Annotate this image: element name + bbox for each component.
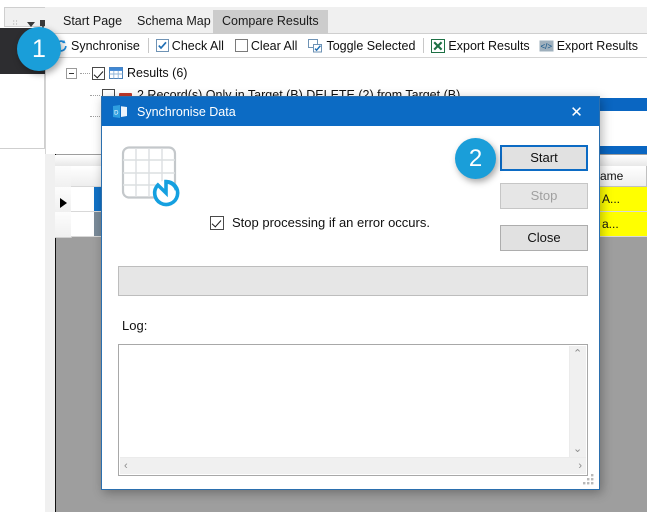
dialog-title-bar[interactable]: D Synchronise Data ✕ [102,97,599,126]
dock-panel-header: ∷ [4,7,49,31]
grid-row-header[interactable] [55,212,72,238]
grid-cell[interactable]: A... [600,187,647,212]
chevron-down-icon[interactable] [27,22,35,27]
resize-grip-icon[interactable] [583,474,594,485]
toolbar-check-all-button[interactable]: Check All [155,35,226,57]
tab-compare-results[interactable]: Compare Results [213,10,328,34]
synchronise-data-dialog: D Synchronise Data ✕ Stop processing if … [101,96,600,490]
tab-schema-map[interactable]: Schema Map [128,10,220,34]
toolbar-synchronise-label: Synchronise [71,38,140,53]
grid-column-header[interactable]: ame [600,166,647,187]
toolbar-clear-all-button[interactable]: Clear All [234,35,300,57]
svg-text:D: D [114,110,119,116]
toolbar-export-xml-button[interactable]: </> Export Results [538,35,640,57]
log-text-area[interactable]: ⌃ ⌄ ‹ › [118,344,588,476]
toolbar-separator-2 [423,38,425,53]
tree-connector-line [90,116,100,117]
toolbar-export-excel-button[interactable]: Export Results [430,35,531,57]
stop-on-error-checkbox[interactable] [210,215,224,230]
close-icon[interactable]: ✕ [554,97,599,126]
results-grid-icon [109,67,123,79]
left-dock-panel: ∷ [0,0,49,512]
results-toolbar: Synchronise Check All Clear All Toggle S… [45,34,647,58]
app-logo-icon: D [113,104,127,118]
toolbar-toggle-selected-label: Toggle Selected [326,38,416,53]
tree-root-label: Results (6) [127,66,188,80]
tree-connector-line [80,72,90,74]
stop-on-error-checkbox-row[interactable]: Stop processing if an error occurs. [210,215,430,230]
scroll-left-icon[interactable]: ‹ [124,461,128,472]
scroll-up-icon[interactable]: ⌃ [573,349,582,360]
grid-current-row-arrow [60,198,67,208]
toggle-selected-icon [308,38,323,52]
toolbar-export-xml-label: Export Results [556,38,638,53]
check-all-icon [155,39,169,52]
grid-column-header-cell[interactable] [71,166,101,187]
tree-expander-icon[interactable] [66,67,77,79]
toolbar-separator-1 [147,38,149,53]
start-button[interactable]: Start [500,145,588,171]
tree-connector-line [90,94,100,96]
toolbar-check-all-label: Check All [171,38,224,53]
dialog-body: Stop processing if an error occurs. Star… [102,126,599,489]
clear-all-icon [234,39,248,52]
log-vertical-scrollbar[interactable]: ⌃ ⌄ [569,346,586,458]
sync-progress-icon [121,146,180,207]
scroll-down-icon[interactable]: ⌄ [573,444,582,455]
toolbar-toggle-selected-button[interactable]: Toggle Selected [307,35,417,57]
stop-button: Stop [500,183,588,209]
toolbar-export-excel-label: Export Results [448,38,530,53]
toolbar-synchronise-button[interactable]: Synchronise [53,35,142,57]
log-horizontal-scrollbar[interactable]: ‹ › [120,457,586,474]
progress-bar [118,266,588,296]
grid-row-header[interactable] [55,166,72,188]
tab-start-page[interactable]: Start Page [54,10,131,34]
callout-badge-1: 1 [17,27,61,71]
excel-export-icon [431,38,446,53]
log-label: Log: [122,318,148,333]
tab-strip: Start Page Schema Map Compare Results [45,7,647,34]
scroll-right-icon[interactable]: › [578,461,582,472]
toolbar-clear-all-label: Clear All [250,38,298,53]
tree-row[interactable]: Results (6) [66,66,187,80]
svg-text:</>: </> [540,42,552,51]
close-button[interactable]: Close [500,225,588,251]
callout-badge-2: 2 [455,138,496,179]
dialog-title: Synchronise Data [137,104,236,119]
tree-checkbox-root[interactable] [92,66,105,80]
grid-cell[interactable]: a... [600,212,647,237]
screen-root: ∷ Start Page Schema Map Compare Results [0,0,647,512]
stop-on-error-label: Stop processing if an error occurs. [232,215,430,230]
xml-export-icon: </> [539,40,554,51]
dock-content-area [0,74,45,149]
